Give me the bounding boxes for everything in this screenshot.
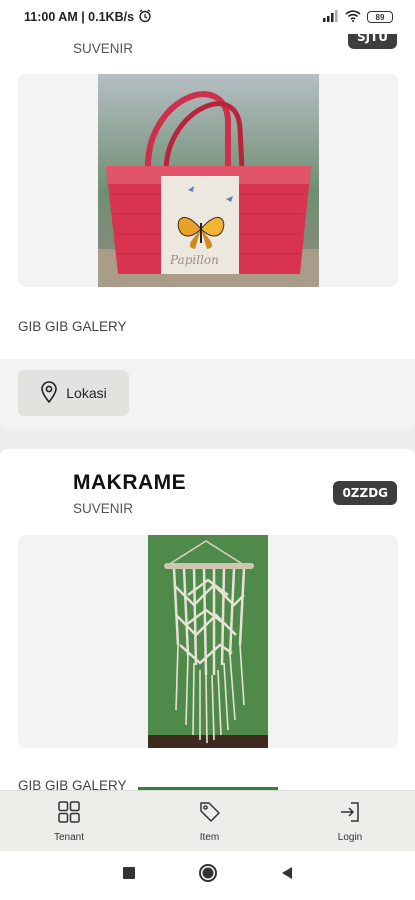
item-image: Papillon — [98, 74, 319, 287]
system-navigation-bar — [0, 851, 415, 900]
item-category: SUVENIR — [73, 501, 134, 516]
wifi-icon — [345, 9, 361, 25]
item-category: SUVENIR — [73, 41, 134, 56]
battery-indicator: 89 — [367, 11, 393, 23]
tenant-name: GIB GIB GALERY — [18, 319, 127, 334]
tenant-name: GIB GIB GALERY — [18, 778, 127, 790]
back-triangle-icon[interactable] — [280, 866, 294, 885]
location-button-label: Lokasi — [66, 385, 107, 401]
login-icon — [338, 800, 362, 829]
status-bar: 11:00 AM | 0.1KB/s 89 — [0, 0, 415, 34]
item-image-frame[interactable] — [18, 535, 398, 748]
svg-text:Papillon: Papillon — [169, 253, 219, 267]
nav-item-item[interactable]: Item — [175, 791, 245, 851]
status-time: 11:00 AM | 0.1KB/s — [24, 10, 135, 24]
item-code-badge: SJTU — [347, 34, 397, 49]
cell-signal-icon — [323, 9, 339, 25]
item-image — [148, 535, 268, 748]
nav-item-login[interactable]: Login — [315, 791, 385, 851]
nav-label: Tenant — [53, 832, 85, 843]
nav-label: Item — [199, 832, 220, 843]
item-title: MAKRAME — [73, 471, 187, 494]
bottom-navigation: Tenant Item Login — [0, 790, 415, 851]
home-circle-icon[interactable] — [198, 863, 218, 888]
item-card[interactable]: SJTU SUVENIR Papillon GIB GIB GALERY Lok… — [0, 34, 415, 429]
map-pin-icon — [40, 380, 58, 406]
card-footer: Lokasi — [0, 359, 415, 429]
nav-item-tenant[interactable]: Tenant — [34, 791, 104, 851]
recents-square-icon[interactable] — [122, 866, 136, 885]
grid-icon — [57, 800, 81, 829]
item-list[interactable]: SJTU SUVENIR Papillon GIB GIB GALERY Lok… — [0, 34, 415, 790]
item-code-badge: 0ZZDG — [333, 481, 397, 505]
alarm-clock-icon — [138, 8, 152, 26]
tag-icon — [198, 800, 222, 829]
item-card[interactable]: MAKRAME SUVENIR 0ZZDG GIB GIB GALERY — [0, 449, 415, 790]
nav-label: Login — [337, 832, 363, 843]
location-button[interactable]: Lokasi — [18, 370, 129, 416]
item-image-frame[interactable]: Papillon — [18, 74, 398, 287]
